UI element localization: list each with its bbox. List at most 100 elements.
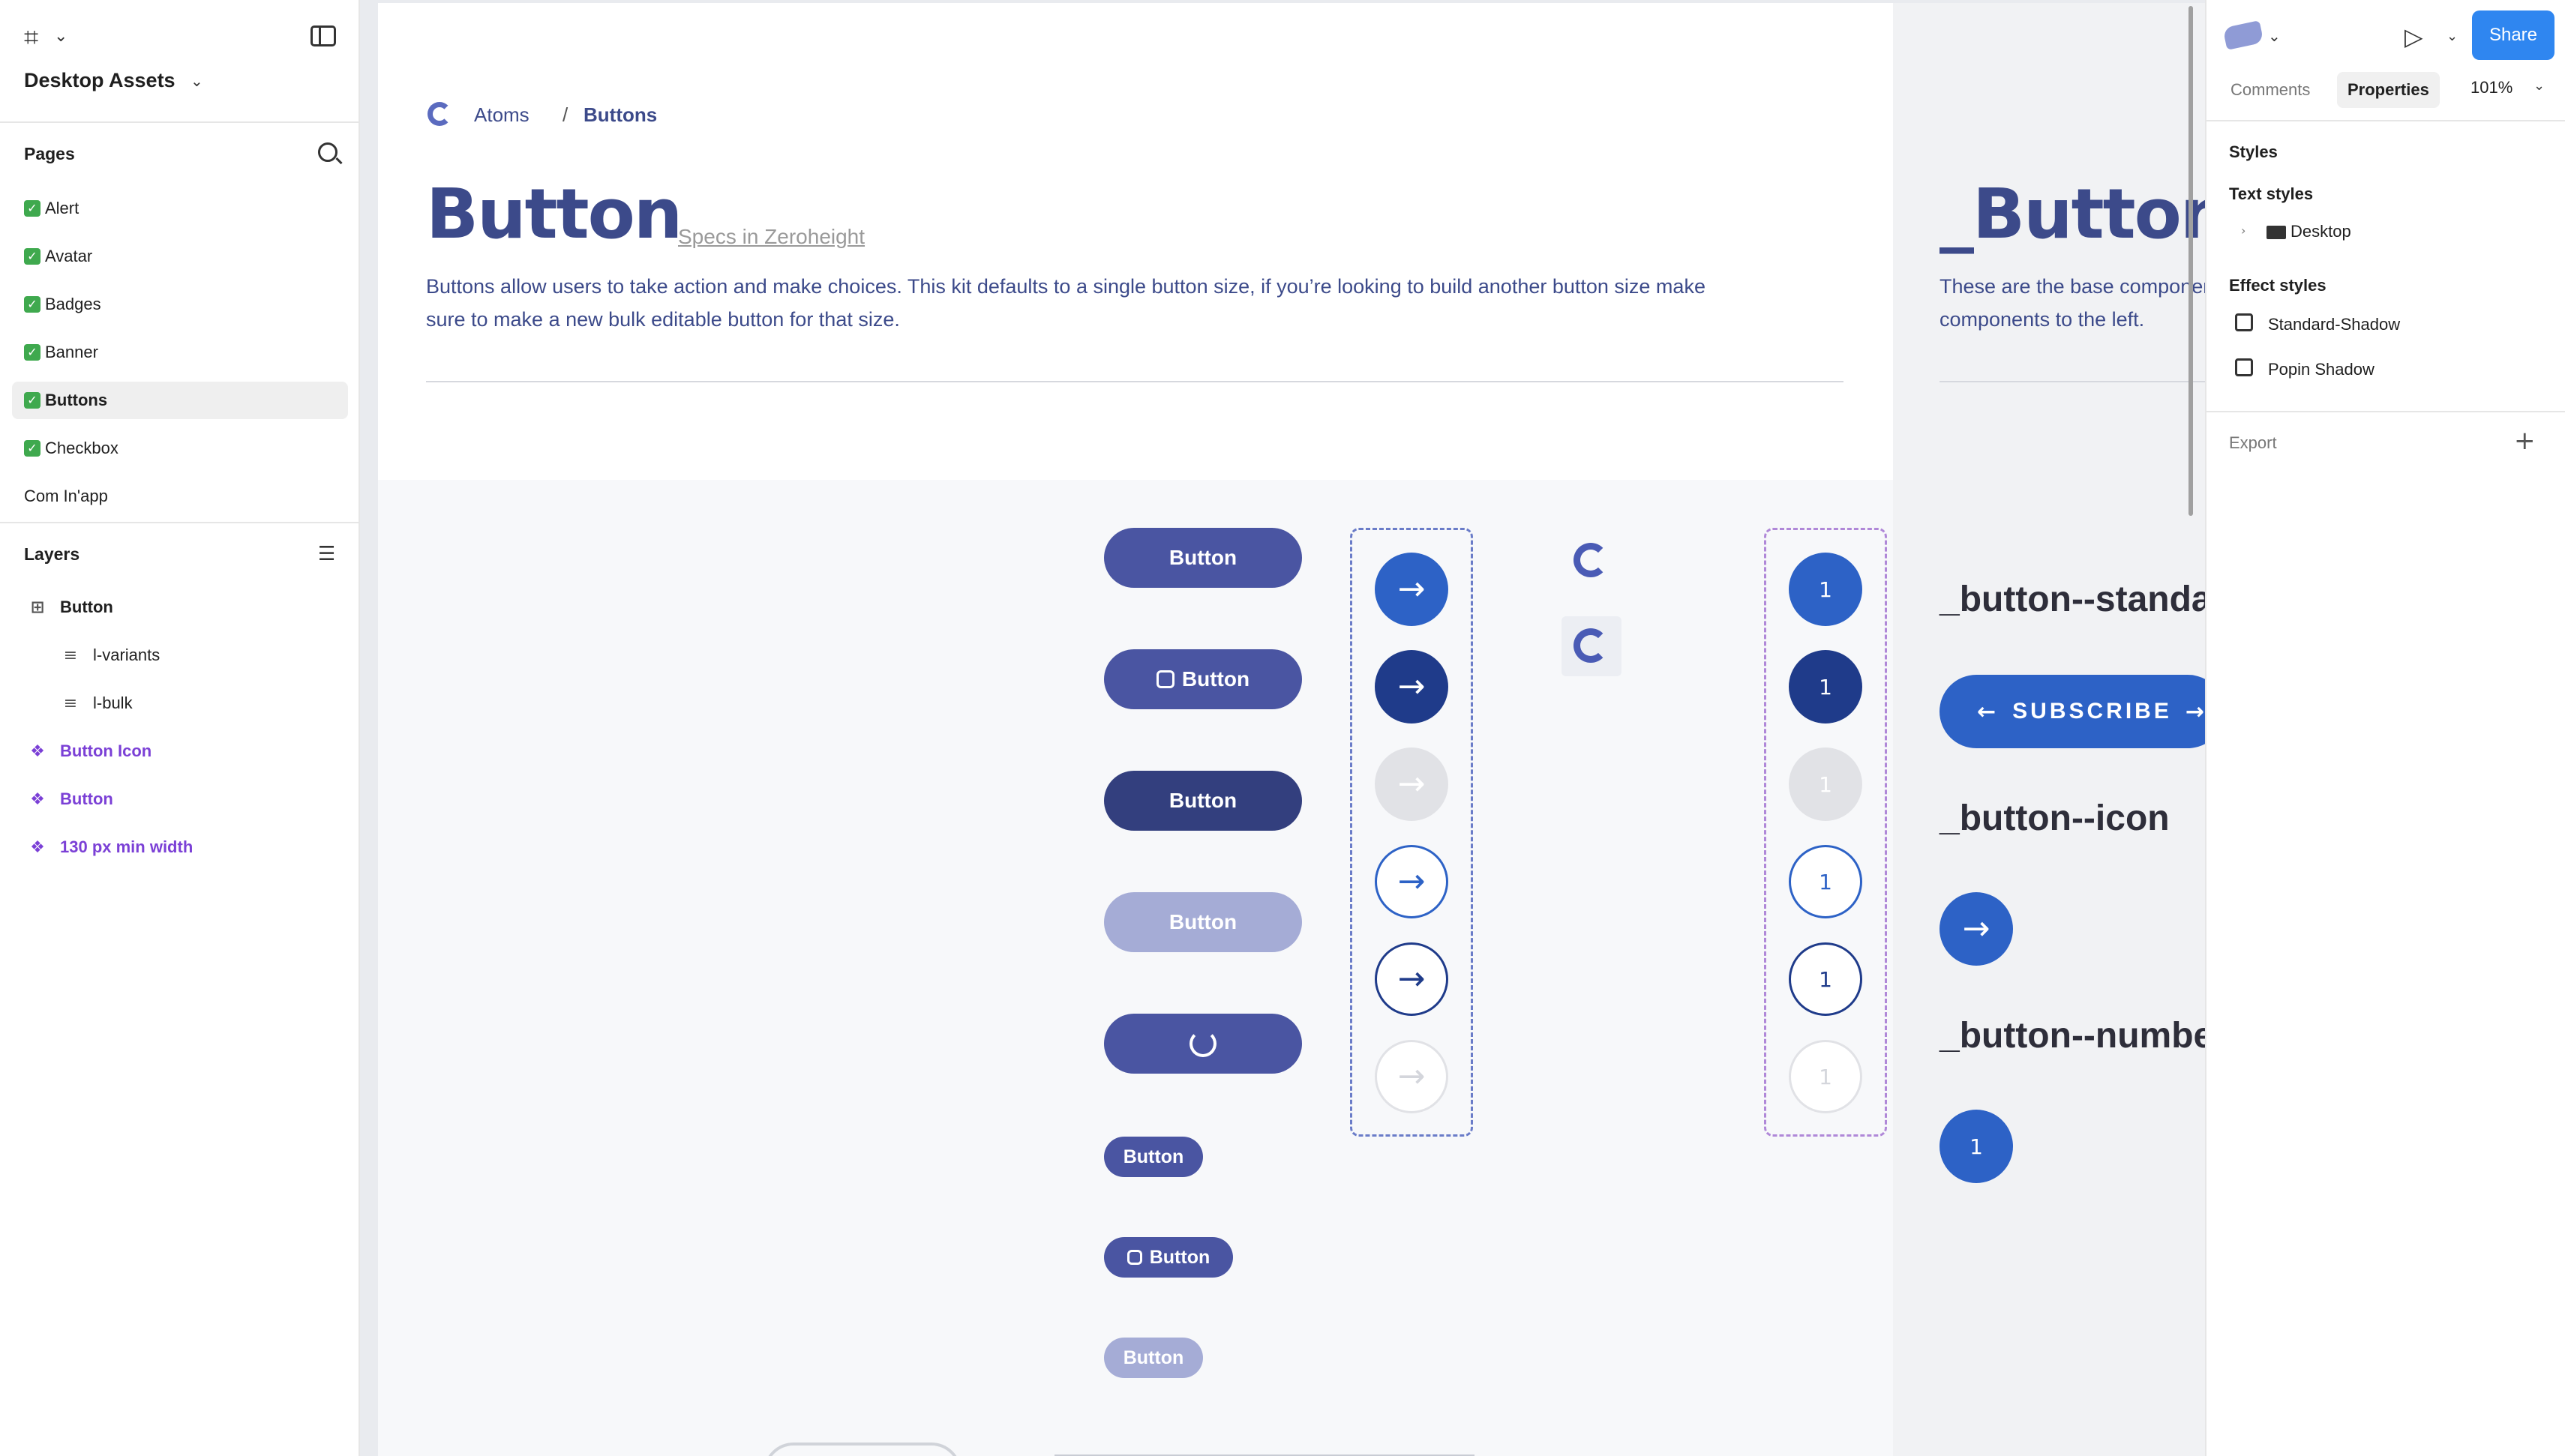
effect-style-standard-shadow[interactable]: Standard-Shadow: [2268, 315, 2400, 334]
text-style-desktop[interactable]: Desktop: [2266, 222, 2351, 241]
text-style-label: Desktop: [2290, 222, 2351, 241]
divider: [2206, 411, 2565, 412]
label-button-number: _button--number: [1940, 1016, 2205, 1056]
number-button-default[interactable]: 1: [1789, 553, 1862, 626]
number-button-disabled[interactable]: 1: [1789, 747, 1862, 821]
checkmark-icon: ✓: [24, 440, 40, 457]
icon-button-outline[interactable]: →: [1375, 845, 1448, 918]
zoom-level[interactable]: 101%: [2470, 78, 2512, 97]
page-item-avatar[interactable]: ✓ Avatar: [12, 238, 348, 275]
base-number-button[interactable]: 1: [1940, 1110, 2013, 1183]
specs-link[interactable]: Specs in Zeroheight: [678, 225, 865, 249]
chevron-down-icon[interactable]: ⌄: [2534, 78, 2545, 94]
number-button-outline-pressed[interactable]: 1: [1789, 942, 1862, 1016]
number-label: 1: [1819, 771, 1832, 797]
icon-button-pressed[interactable]: →: [1375, 650, 1448, 724]
page-item-badges[interactable]: ✓ Badges: [12, 286, 348, 323]
icon-button-outline-pressed[interactable]: →: [1375, 942, 1448, 1016]
layer-label: Button: [60, 598, 113, 616]
figma-menu-icon[interactable]: ⌗: [24, 22, 38, 52]
frame-header: Atoms / Buttons Button Specs in Zeroheig…: [378, 3, 1893, 480]
button-pressed[interactable]: Button: [1104, 771, 1302, 831]
effect-style-icon: [2235, 313, 2253, 331]
layer-label: l-variants: [93, 646, 160, 664]
number-button-outline[interactable]: 1: [1789, 845, 1862, 918]
desktop-icon: [2266, 226, 2286, 240]
page-item-com-inapp[interactable]: Com In'app: [12, 478, 348, 515]
layers-collapse-icon[interactable]: ☰: [318, 543, 335, 565]
divider: [426, 381, 1844, 382]
icon-button-disabled[interactable]: →: [1375, 747, 1448, 821]
chevron-down-icon[interactable]: ⌄: [2446, 28, 2458, 44]
button-leading-icon: [1156, 670, 1174, 688]
button-outline-partial[interactable]: [764, 1443, 962, 1456]
button-label: Button: [1149, 1246, 1210, 1268]
base-description-line1: These are the base components: [1940, 275, 2205, 298]
number-label: 1: [1970, 1134, 1983, 1159]
pages-title: Pages: [24, 144, 75, 163]
icon-button-default[interactable]: →: [1375, 553, 1448, 626]
button-label: Button: [1168, 546, 1238, 569]
page-label: Checkbox: [45, 439, 118, 457]
page-item-alert[interactable]: ✓ Alert: [12, 190, 348, 227]
button-small-with-icon[interactable]: Button: [1104, 1237, 1233, 1278]
button-primary[interactable]: Button: [1104, 528, 1302, 588]
chevron-down-icon[interactable]: ⌄: [54, 27, 68, 46]
tab-properties[interactable]: Properties: [2337, 72, 2440, 108]
sidebar-toggle-icon[interactable]: [310, 25, 336, 46]
chevron-down-icon[interactable]: ⌄: [2268, 27, 2281, 45]
icon-button-outline-disabled[interactable]: →: [1375, 1040, 1448, 1113]
buttons-frame[interactable]: Atoms / Buttons Button Specs in Zeroheig…: [378, 3, 1893, 1456]
component-icon: ❖: [30, 741, 45, 761]
properties-panel: ⌄ ▷ ⌄ Share Comments Properties 101% ⌄ S…: [2205, 0, 2565, 1456]
button-disabled[interactable]: Button: [1104, 892, 1302, 952]
page-item-buttons[interactable]: ✓ Buttons: [12, 382, 348, 419]
user-avatar[interactable]: [2222, 20, 2264, 50]
layer-button-frame[interactable]: ⊞ Button: [27, 591, 113, 624]
page-item-checkbox[interactable]: ✓ Checkbox: [12, 430, 348, 467]
button-loading[interactable]: [1104, 1014, 1302, 1074]
layer-min-width[interactable]: ❖ 130 px min width: [27, 831, 193, 864]
button-small[interactable]: Button: [1104, 1137, 1203, 1177]
share-button[interactable]: Share: [2472, 10, 2554, 60]
tab-comments[interactable]: Comments: [2220, 72, 2320, 108]
breadcrumb-parent: Atoms: [474, 103, 530, 126]
base-components-frame[interactable]: _Button These are the base components co…: [1893, 3, 2205, 1456]
arrow-right-icon: →: [1397, 765, 1426, 803]
subscribe-button[interactable]: ← SUBSCRIBE →: [1940, 675, 2205, 748]
canvas-scrollbar[interactable]: [2188, 6, 2193, 516]
present-play-icon[interactable]: ▷: [2404, 22, 2423, 51]
search-icon[interactable]: [318, 142, 338, 162]
add-export-icon[interactable]: +: [2514, 426, 2536, 456]
file-title[interactable]: Desktop Assets: [24, 69, 176, 92]
arrow-right-icon: →: [1962, 909, 1990, 948]
canvas[interactable]: Atoms / Buttons Button Specs in Zeroheig…: [360, 0, 2205, 1456]
layer-l-bulk[interactable]: ≡ l-bulk: [60, 687, 133, 720]
arrow-right-icon: →: [1397, 570, 1426, 608]
checkmark-icon: ✓: [24, 392, 40, 409]
number-button-pressed[interactable]: 1: [1789, 650, 1862, 724]
file-menu-chevron-icon[interactable]: ⌄: [190, 72, 203, 90]
divider: [2206, 120, 2565, 121]
layer-button-component[interactable]: ❖ Button: [27, 783, 113, 816]
button-label: Button: [1123, 1347, 1184, 1368]
effect-style-popin-shadow[interactable]: Popin Shadow: [2268, 360, 2374, 379]
checkmark-icon: ✓: [24, 296, 40, 313]
spinner-icon: [1190, 1030, 1216, 1057]
number-label: 1: [1819, 966, 1832, 992]
button-small-disabled[interactable]: Button: [1104, 1338, 1203, 1378]
number-label: 1: [1819, 869, 1832, 894]
base-icon-button[interactable]: →: [1940, 892, 2013, 966]
arrow-right-icon: →: [1397, 960, 1426, 998]
layers-title: Layers: [24, 544, 80, 564]
brand-mark-icon: [1574, 628, 1608, 663]
page-item-banner[interactable]: ✓ Banner: [12, 334, 348, 371]
page-label: Com In'app: [24, 487, 108, 505]
page-label: Badges: [45, 295, 101, 313]
button-with-icon[interactable]: Button: [1104, 649, 1302, 709]
layer-button-icon[interactable]: ❖ Button Icon: [27, 735, 152, 768]
base-description-line2: components to the left.: [1940, 308, 2145, 331]
number-button-outline-disabled[interactable]: 1: [1789, 1040, 1862, 1113]
chevron-right-icon[interactable]: ›: [2241, 223, 2246, 238]
layer-l-variants[interactable]: ≡ l-variants: [60, 639, 160, 672]
